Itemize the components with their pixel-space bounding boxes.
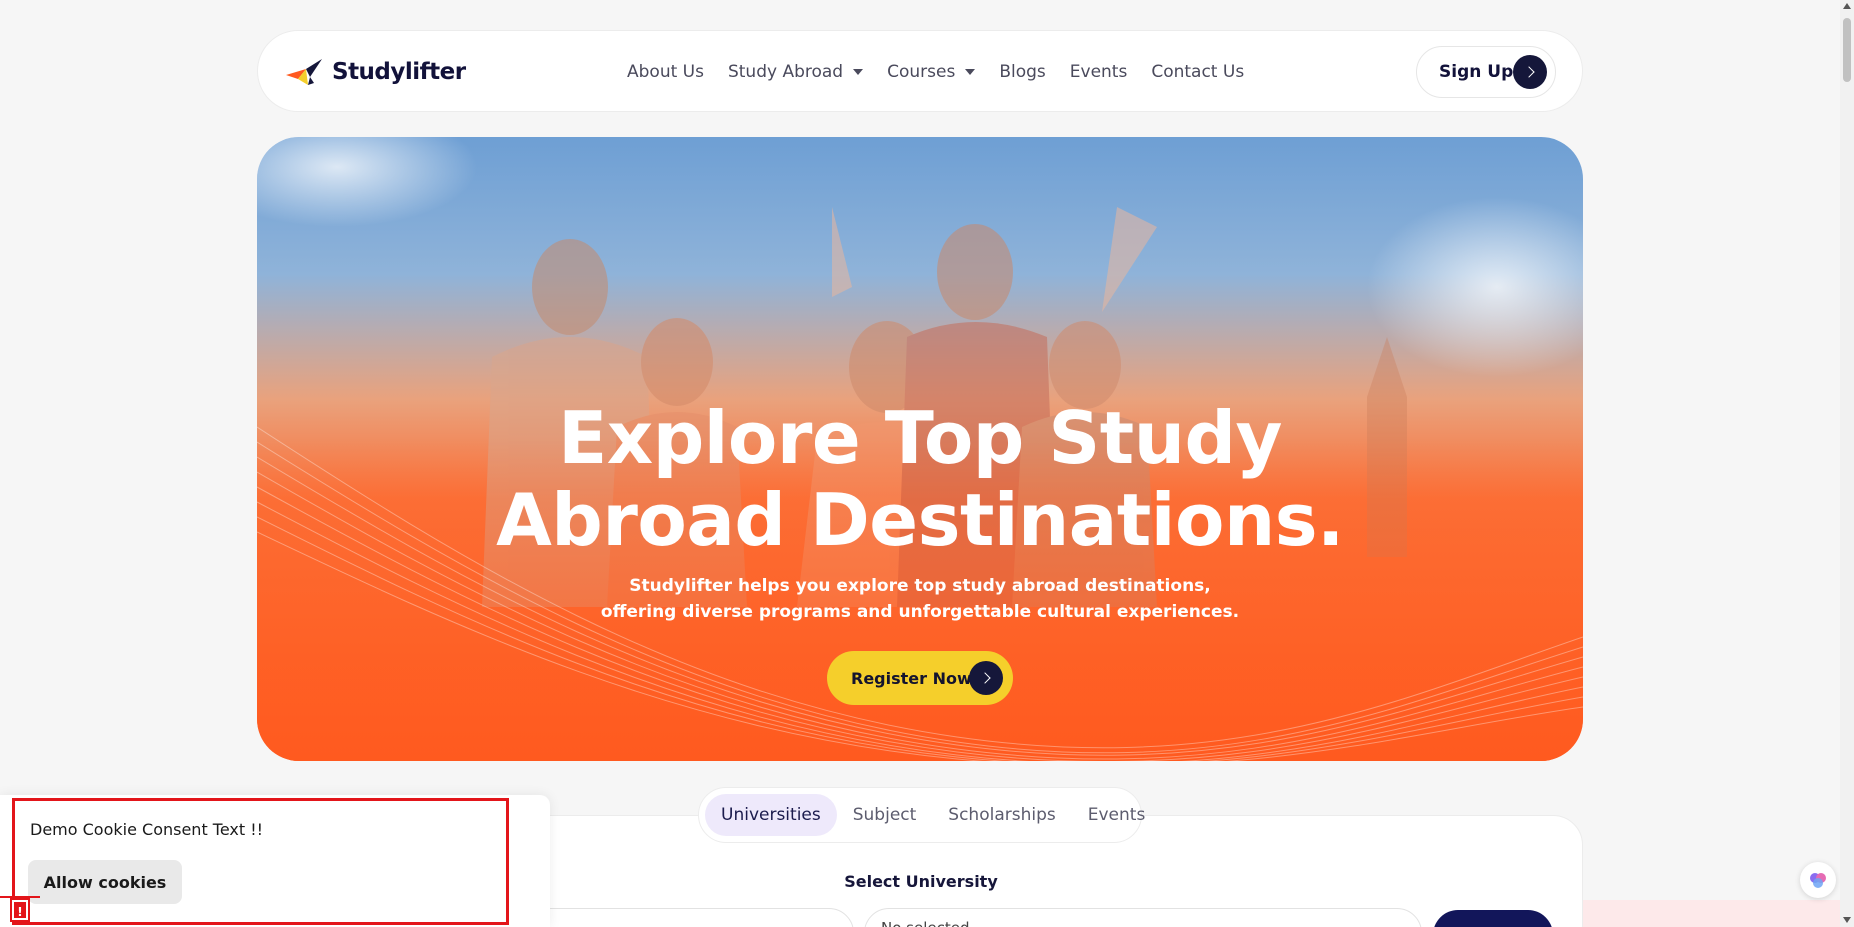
scroll-up-arrow-icon[interactable] xyxy=(1843,3,1851,9)
sign-up-button[interactable]: Sign Up xyxy=(1416,46,1556,98)
nav-label: About Us xyxy=(627,62,704,82)
university-select-value: No selected xyxy=(881,919,969,927)
site-header: Studylifter About Us Study Abroad Course… xyxy=(257,30,1583,112)
nav-item-contact-us[interactable]: Contact Us xyxy=(1151,62,1244,82)
hero-subtitle: Studylifter helps you explore top study … xyxy=(257,573,1583,625)
caret-down-icon xyxy=(853,69,864,75)
search-tabs: Universities Subject Scholarships Events xyxy=(698,787,1145,843)
chevron-right-icon xyxy=(1513,55,1547,89)
hero-title-line-2: Abroad Destinations. xyxy=(496,478,1344,562)
hero-banner: Explore Top Study Abroad Destinations. S… xyxy=(257,137,1583,761)
caret-down-icon xyxy=(965,69,976,75)
nav-item-events[interactable]: Events xyxy=(1070,62,1128,82)
tab-label: Events xyxy=(1087,805,1146,825)
scroll-down-arrow-icon[interactable] xyxy=(1843,917,1851,923)
hero-title: Explore Top Study Abroad Destinations. xyxy=(257,397,1583,561)
tab-events[interactable]: Events xyxy=(1072,794,1162,836)
nav-label: Contact Us xyxy=(1151,62,1245,82)
hero-title-line-1: Explore Top Study xyxy=(558,396,1282,480)
register-now-button[interactable]: Register Now xyxy=(827,651,1013,705)
brand-name: Studylifter xyxy=(332,59,466,85)
cookie-consent-text: Demo Cookie Consent Text !! xyxy=(30,820,264,839)
hero-subtitle-line-1: Studylifter helps you explore top study … xyxy=(629,576,1211,596)
marker-line xyxy=(0,896,40,898)
tab-label: Universities xyxy=(721,805,821,825)
brain-icon xyxy=(1810,873,1826,888)
tab-scholarships[interactable]: Scholarships xyxy=(932,794,1071,836)
chevron-right-icon xyxy=(969,661,1003,695)
nav-label: Events xyxy=(1069,62,1128,82)
nav-label: Study Abroad xyxy=(727,62,844,82)
nav-item-courses[interactable]: Courses xyxy=(887,62,976,82)
tab-label: Scholarships xyxy=(948,805,1056,825)
main-nav: About Us Study Abroad Courses Blogs Even… xyxy=(627,31,1268,113)
sign-up-label: Sign Up xyxy=(1439,62,1514,82)
alert-badge: ! xyxy=(10,898,30,922)
scrollbar-thumb[interactable] xyxy=(1843,18,1851,82)
allow-cookies-button[interactable]: Allow cookies xyxy=(28,860,182,904)
nav-label: Blogs xyxy=(999,62,1046,82)
tab-label: Subject xyxy=(852,805,917,825)
paper-plane-logo-icon xyxy=(286,59,322,85)
brand-logo[interactable]: Studylifter xyxy=(284,53,466,91)
page-scrollbar[interactable] xyxy=(1840,0,1854,927)
tab-subject[interactable]: Subject xyxy=(837,794,933,836)
nav-item-study-abroad[interactable]: Study Abroad xyxy=(727,62,864,82)
floating-assistant-button[interactable] xyxy=(1800,862,1836,898)
register-now-label: Register Now xyxy=(851,668,972,688)
nav-label: Courses xyxy=(887,62,956,82)
bottom-pink-strip xyxy=(1583,900,1840,927)
nav-item-blogs[interactable]: Blogs xyxy=(999,62,1045,82)
nav-item-about-us[interactable]: About Us xyxy=(627,62,704,82)
university-select[interactable]: No selected xyxy=(864,908,1422,927)
search-button[interactable] xyxy=(1433,910,1553,927)
tab-universities[interactable]: Universities xyxy=(705,794,837,836)
hero-subtitle-line-2: offering diverse programs and unforgetta… xyxy=(600,602,1240,622)
